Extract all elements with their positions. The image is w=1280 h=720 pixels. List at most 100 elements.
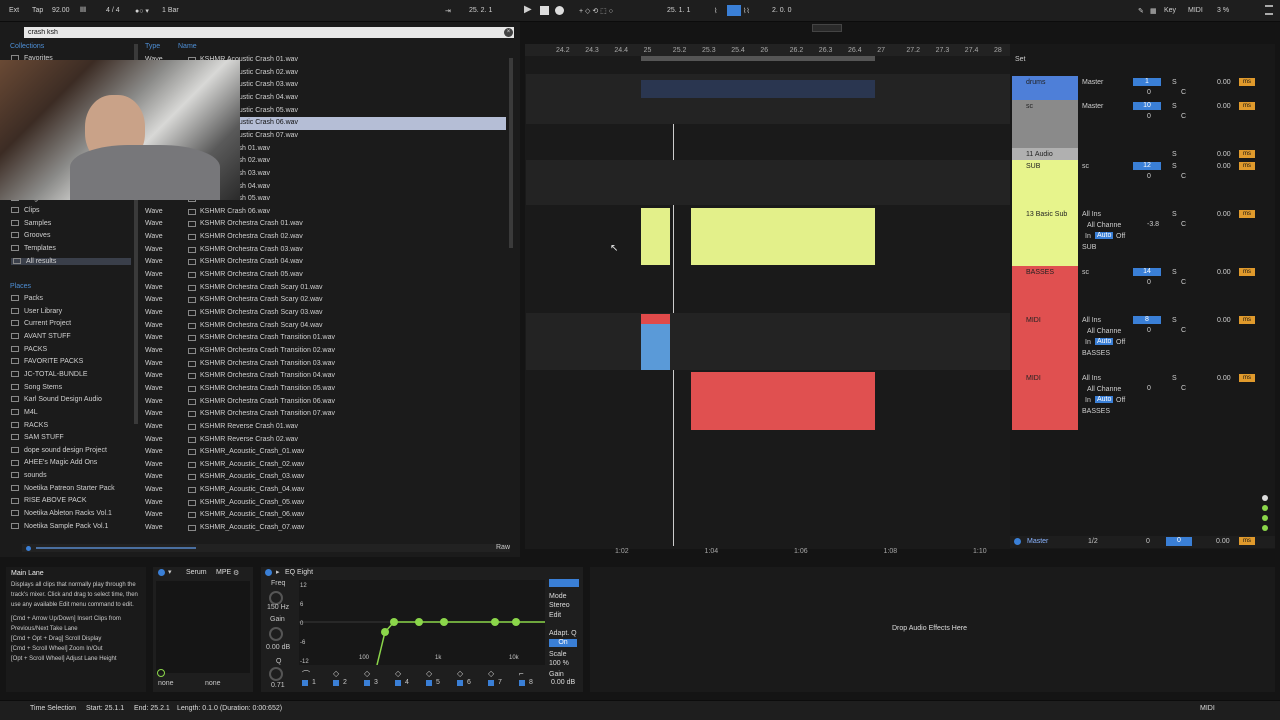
category-icon[interactable] [11,207,19,214]
file-type[interactable]: Wave [145,360,163,367]
ms-toggle[interactable]: ms [1239,210,1255,218]
place-label[interactable]: RACKS [24,422,48,429]
filter-shape-icon[interactable]: ◇ [426,669,432,678]
follow-icon[interactable]: ⇥ [445,7,451,15]
channel-select[interactable]: All Channe [1087,328,1121,335]
folder-icon[interactable] [11,383,19,390]
file-row[interactable]: Wave KSHMR Orchestra Crash Scary 01.wav [140,282,506,295]
solo-button[interactable]: S [1172,375,1177,382]
bar-label[interactable]: 24.4 [614,47,628,54]
place-item[interactable]: Noetika Ableton Racks Vol.1 [11,510,112,517]
bar-label[interactable]: 25.3 [702,47,716,54]
master-output[interactable]: 1/2 [1088,538,1098,545]
place-item[interactable]: Song Stems [11,384,62,391]
wave-icon[interactable] [188,310,196,316]
wave-icon[interactable] [188,322,196,329]
wave-icon[interactable] [188,525,196,532]
file-name[interactable]: KSHMR Orchestra Crash 02.wav [200,233,303,240]
ms-toggle[interactable]: ms [1239,102,1255,110]
file-row[interactable]: Wave KSHMR_Acoustic_Crash_06.wav [140,509,506,522]
wave-icon[interactable] [188,297,196,304]
track-header[interactable]: SUB [1012,160,1078,208]
band-control[interactable]: ◇ 3 [361,667,389,689]
place-label[interactable]: Song Stems [24,384,62,391]
key-map-button[interactable]: Key [1164,7,1176,14]
place-item[interactable]: Current Project [11,320,71,327]
file-name[interactable]: KSHMR Orchestra Crash Scary 03.wav [200,309,323,316]
place-label[interactable]: AVANT STUFF [24,333,71,340]
loop-length[interactable]: 2. 0. 0 [772,7,791,14]
mpe-toggle[interactable]: MPE [216,569,231,576]
track-db[interactable]: 0.00 [1217,79,1231,86]
band-on-toggle[interactable] [457,680,463,686]
track-name[interactable]: 13 Basic Sub [1026,211,1067,218]
filter-shape-icon[interactable]: ◇ [364,669,370,678]
serum-wrench-icon[interactable]: ⚙ [233,569,239,577]
file-type[interactable]: Wave [145,398,163,405]
folder-icon[interactable] [11,459,19,466]
wave-icon[interactable] [188,335,196,342]
volume-field[interactable]: 0 [1147,327,1151,334]
folder-icon[interactable] [11,345,19,352]
ms-toggle[interactable]: ms [1239,374,1255,382]
file-type[interactable]: Wave [145,423,163,430]
serum-select-1[interactable]: none [158,680,174,687]
tap-button[interactable]: Tap [32,7,43,14]
master-ms[interactable]: ms [1239,537,1255,545]
ext-button[interactable]: Ext [9,7,19,14]
place-label[interactable]: JC-TOTAL-BUNDLE [24,371,88,378]
band-on-toggle[interactable] [395,680,401,686]
place-label[interactable]: FAVORITE PACKS [24,358,83,365]
gain-value[interactable]: 0.00 dB [266,644,290,651]
pan-field[interactable]: C [1181,113,1186,120]
file-type[interactable]: Wave [145,461,163,468]
place-item[interactable]: PACKS [11,346,47,353]
place-label[interactable]: sounds [24,472,47,479]
place-label[interactable]: PACKS [24,346,47,353]
file-row[interactable]: Wave KSHMR Orchestra Crash Transition 02.… [140,345,506,358]
file-type[interactable]: Wave [145,246,163,253]
band-number[interactable]: 2 [343,679,347,686]
midi-clip-blue[interactable] [641,314,670,370]
file-type[interactable]: Wave [145,220,163,227]
ms-toggle[interactable]: ms [1239,162,1255,170]
channel-select[interactable]: All Channe [1087,386,1121,393]
track-header[interactable]: BASSES [1012,266,1078,314]
file-row[interactable]: Wave KSHMR Reverse Crash 02.wav [140,434,506,447]
file-name[interactable]: KSHMR Orchestra Crash 01.wav [200,220,303,227]
folder-icon[interactable] [11,371,19,378]
wave-icon[interactable] [188,499,196,506]
band-control[interactable]: ◇ 7 [485,667,513,689]
basses-midi-clip[interactable] [691,372,875,430]
wave-icon[interactable] [188,208,196,215]
file-name[interactable]: KSHMR Orchestra Crash Transition 04.wav [200,372,335,379]
track-number[interactable]: 8 [1133,316,1161,324]
wave-icon[interactable] [188,385,196,392]
place-label[interactable]: Noetika Patreon Starter Pack [24,485,115,492]
record-quantize-icon[interactable]: ●○ ▾ [135,7,149,15]
category-icon[interactable] [11,232,19,239]
output-select[interactable]: SUB [1082,244,1096,251]
track-name[interactable]: sc [1026,103,1033,110]
preview-bar[interactable]: Raw [22,544,510,552]
band-on-toggle[interactable] [488,680,494,686]
shortcut-line[interactable]: [Cmd + Arrow Up/Down] Insert Clips from … [11,614,141,634]
loop-switch[interactable] [727,5,741,16]
file-row[interactable]: Wave KSHMR Orchestra Crash Scary 02.wav [140,294,506,307]
midi-map-button[interactable]: MIDI [1188,7,1203,14]
freq-tick[interactable]: 100 [359,655,369,661]
output-select[interactable]: sc [1082,163,1089,170]
wave-icon[interactable] [188,449,196,456]
serum-device[interactable]: ▾ Serum MPE ⚙ none none [153,567,253,692]
monitor-in[interactable]: In [1085,397,1091,404]
track-db[interactable]: 0.00 [1217,163,1231,170]
time-label[interactable]: 1:04 [705,548,719,555]
bar-label[interactable]: 26.2 [790,47,804,54]
category-icon[interactable] [11,245,19,252]
category-icon[interactable] [13,258,21,265]
file-type[interactable]: Wave [145,448,163,455]
file-name[interactable]: KSHMR Orchestra Crash Scary 02.wav [200,296,323,303]
folder-icon[interactable] [11,484,19,491]
file-name[interactable]: KSHMR Orchestra Crash Transition 01.wav [200,334,335,341]
file-type[interactable]: Wave [145,347,163,354]
